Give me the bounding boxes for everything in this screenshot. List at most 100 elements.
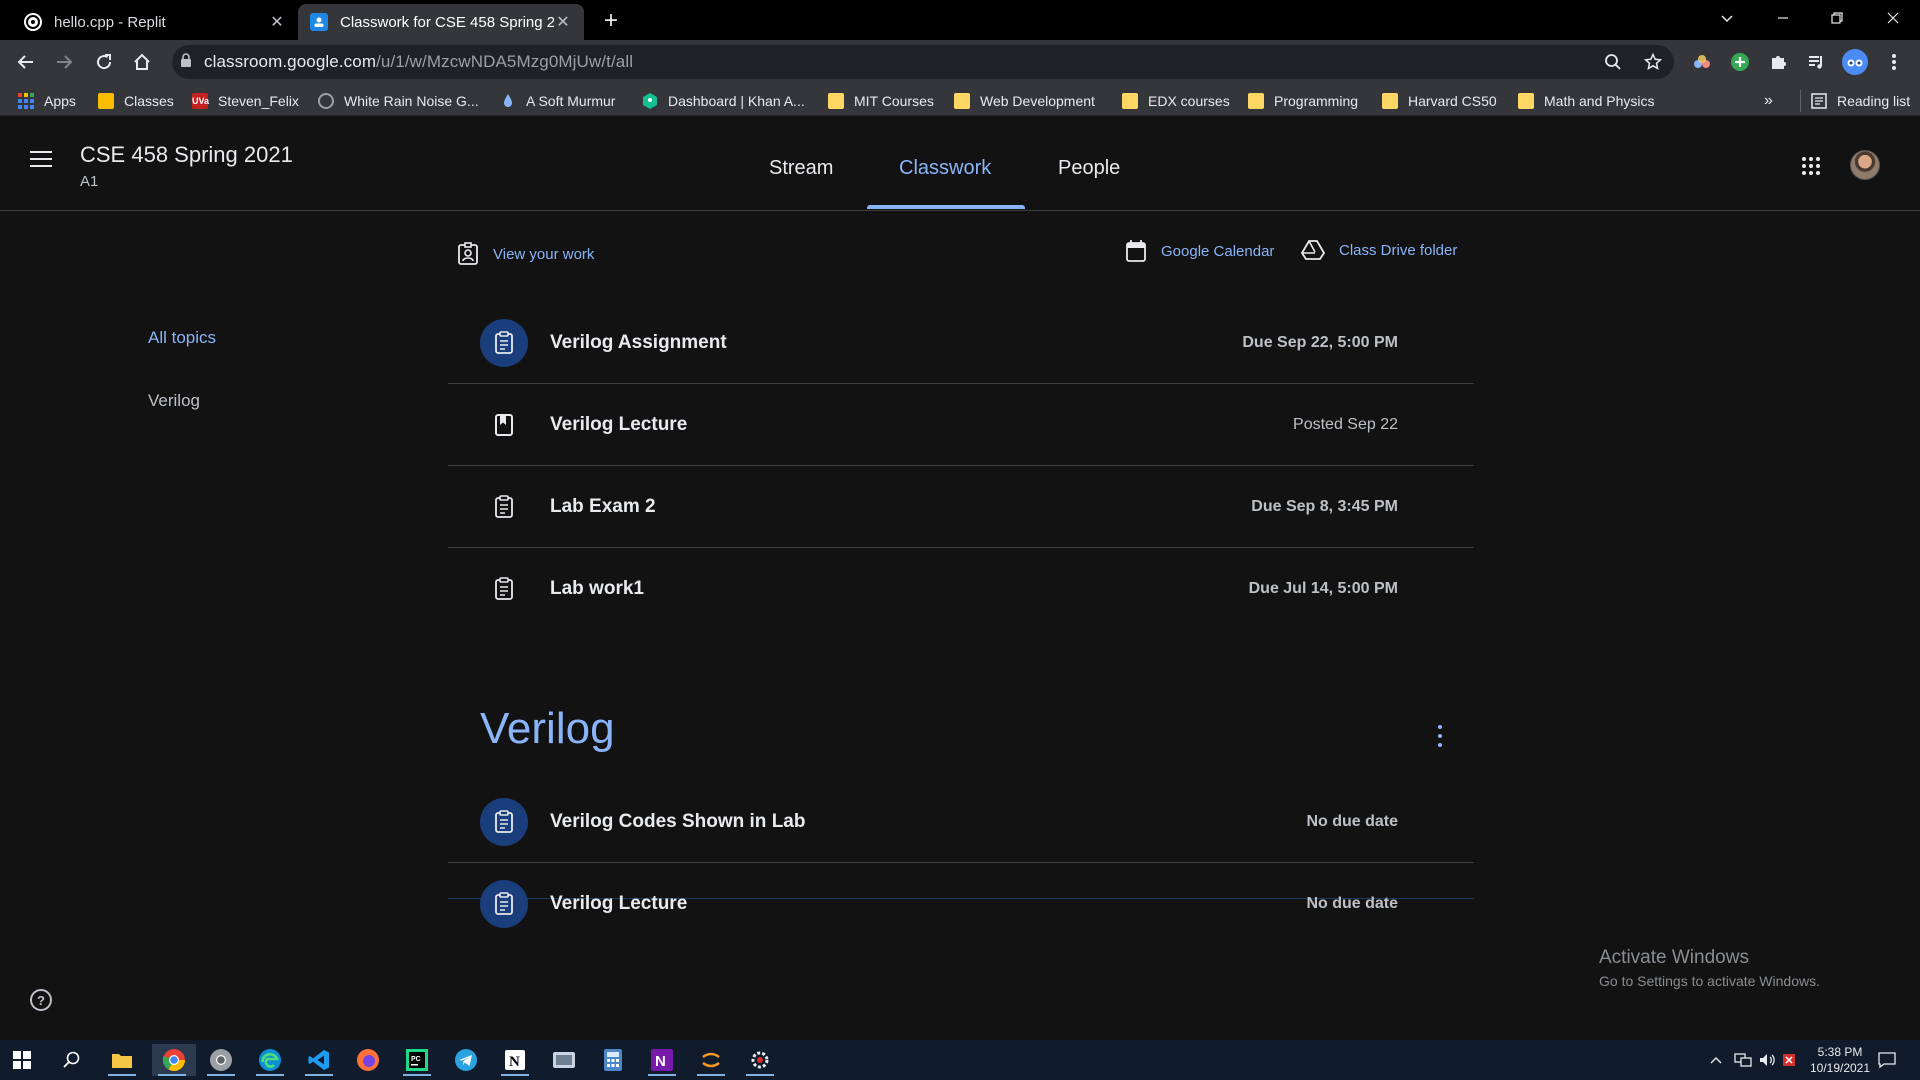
start-button[interactable] <box>2 1044 42 1076</box>
bookmark-programming[interactable]: Programming <box>1248 90 1358 112</box>
vscode-icon[interactable] <box>299 1044 339 1076</box>
topic-more-options-icon[interactable] <box>1436 725 1444 747</box>
media-control-icon[interactable] <box>1804 50 1828 74</box>
system-clock[interactable]: 5:38 PM 10/19/2021 <box>1794 1044 1886 1076</box>
clock-time: 5:38 PM <box>1817 1045 1863 1059</box>
view-your-work-link[interactable]: View your work <box>457 242 594 266</box>
topic-all-topics[interactable]: All topics <box>148 328 216 348</box>
new-tab-button[interactable]: + <box>596 6 626 36</box>
java-ide-icon[interactable] <box>691 1044 731 1076</box>
classwork-item[interactable]: Lab work1 Due Jul 14, 5:00 PM <box>448 548 1474 630</box>
main-menu-icon[interactable] <box>30 151 52 167</box>
file-explorer-icon[interactable] <box>102 1044 142 1076</box>
close-tab-icon[interactable]: ✕ <box>268 12 286 32</box>
tab-stream[interactable]: Stream <box>769 157 833 180</box>
bookmark-web-development[interactable]: Web Development <box>954 90 1095 112</box>
minimize-button[interactable] <box>1756 0 1810 36</box>
google-apps-icon[interactable] <box>1802 157 1820 175</box>
bookmark-label: Programming <box>1274 93 1359 109</box>
folder-icon <box>1122 93 1138 109</box>
app-window-icon[interactable] <box>544 1044 584 1076</box>
extension-plus-icon[interactable] <box>1728 50 1752 74</box>
folder-icon <box>1518 93 1534 109</box>
tab-search-icon[interactable] <box>1700 0 1754 36</box>
bookmark-steven-felix[interactable]: UVa Steven_Felix <box>192 90 299 112</box>
network-icon[interactable] <box>1734 1040 1752 1080</box>
profile-avatar-icon[interactable] <box>1842 49 1868 75</box>
folder-icon <box>828 93 844 109</box>
classroom-page: CSE 458 Spring 2021 A1 Stream Classwork … <box>0 117 1920 1039</box>
uva-icon: UVa <box>192 93 209 109</box>
classwork-item[interactable]: Lab Exam 2 Due Sep 8, 3:45 PM <box>448 466 1474 548</box>
bookmark-star-icon[interactable] <box>1643 52 1664 73</box>
bookmark-edx-courses[interactable]: EDX courses <box>1122 90 1230 112</box>
class-title[interactable]: CSE 458 Spring 2021 <box>80 142 293 168</box>
notion-icon[interactable]: N <box>495 1044 535 1076</box>
bookmark-label: Apps <box>44 93 76 109</box>
classwork-item[interactable]: Verilog Lecture Posted Sep 22 <box>448 384 1474 466</box>
user-avatar[interactable] <box>1850 150 1880 180</box>
close-window-button[interactable] <box>1866 0 1920 36</box>
home-button[interactable] <box>126 46 158 78</box>
notification-center-icon[interactable] <box>1878 1040 1896 1080</box>
folder-icon <box>954 93 970 109</box>
bookmark-mit-courses[interactable]: MIT Courses <box>828 90 934 112</box>
bookmark-white-rain[interactable]: White Rain Noise G... <box>318 90 479 112</box>
bookmark-math-physics[interactable]: Math and Physics <box>1518 90 1655 112</box>
person-badge-icon <box>458 242 478 265</box>
reload-button[interactable] <box>88 46 120 78</box>
pycharm-icon[interactable]: PC <box>397 1044 437 1076</box>
browser-tab-replit[interactable]: hello.cpp - Replit ✕ <box>12 4 298 40</box>
assignment-icon <box>480 797 528 846</box>
tab-title: hello.cpp - Replit <box>54 13 166 31</box>
reading-list-button[interactable]: Reading list <box>1800 90 1910 112</box>
firefox-icon[interactable] <box>348 1044 388 1076</box>
topic-verilog[interactable]: Verilog <box>148 391 200 411</box>
chrome-profile-taskbar-icon[interactable] <box>201 1044 241 1076</box>
bookmark-soft-murmur[interactable]: A Soft Murmur <box>500 90 615 112</box>
bookmark-label: EDX courses <box>1148 93 1230 109</box>
forward-button[interactable] <box>48 46 80 78</box>
bookmarks-overflow-button[interactable]: » <box>1764 90 1773 112</box>
folder-icon <box>1248 93 1264 109</box>
classwork-item[interactable]: Verilog Codes Shown in Lab No due date <box>448 781 1474 863</box>
bookmark-apps[interactable]: Apps <box>18 90 76 112</box>
telegram-icon[interactable] <box>446 1044 486 1076</box>
help-button[interactable]: ? <box>30 989 52 1011</box>
classwork-item[interactable]: Verilog Lecture No due date <box>448 863 1474 945</box>
class-drive-folder-link[interactable]: Class Drive folder <box>1301 239 1457 261</box>
windows-logo-icon <box>13 1051 31 1069</box>
item-posted-date: Posted Sep 22 <box>1293 415 1398 433</box>
tab-people[interactable]: People <box>1058 157 1120 180</box>
browser-menu-icon[interactable] <box>1882 50 1906 74</box>
classwork-item[interactable]: Verilog Assignment Due Sep 22, 5:00 PM <box>448 302 1474 384</box>
item-due-date: Due Sep 8, 3:45 PM <box>1251 497 1398 515</box>
close-tab-icon[interactable]: ✕ <box>554 12 572 32</box>
address-bar[interactable]: classroom.google.com/u/1/w/MzcwNDA5Mzg0M… <box>172 45 1674 79</box>
extensions-puzzle-icon[interactable] <box>1766 50 1790 74</box>
bookmark-harvard-cs50[interactable]: Harvard CS50 <box>1382 90 1497 112</box>
onenote-icon[interactable]: N <box>642 1044 682 1076</box>
extension-colorful-icon[interactable] <box>1690 50 1714 74</box>
tab-classwork[interactable]: Classwork <box>899 157 991 180</box>
bookmark-khan[interactable]: Dashboard | Khan A... <box>642 90 805 112</box>
calculator-icon[interactable] <box>593 1044 633 1076</box>
settings-gear-icon[interactable] <box>740 1044 780 1076</box>
item-title: Verilog Codes Shown in Lab <box>550 810 806 832</box>
khan-icon <box>642 93 658 109</box>
lock-icon[interactable] <box>180 52 194 72</box>
taskbar-search-icon[interactable] <box>52 1044 92 1076</box>
volume-icon[interactable] <box>1758 1040 1776 1080</box>
edge-icon[interactable] <box>250 1044 290 1076</box>
chrome-taskbar-icon[interactable] <box>152 1044 196 1076</box>
calendar-icon <box>1126 240 1146 262</box>
bookmark-label: A Soft Murmur <box>526 93 616 109</box>
bookmark-classes[interactable]: Classes <box>98 90 174 112</box>
restore-button[interactable] <box>1810 0 1864 36</box>
tray-overflow-icon[interactable] <box>1710 1040 1722 1080</box>
zoom-icon[interactable] <box>1604 53 1624 73</box>
back-button[interactable] <box>10 46 42 78</box>
google-calendar-link[interactable]: Google Calendar <box>1125 239 1274 263</box>
class-section: A1 <box>80 173 99 190</box>
browser-tab-classwork[interactable]: Classwork for CSE 458 Spring 20… ✕ <box>298 4 584 40</box>
